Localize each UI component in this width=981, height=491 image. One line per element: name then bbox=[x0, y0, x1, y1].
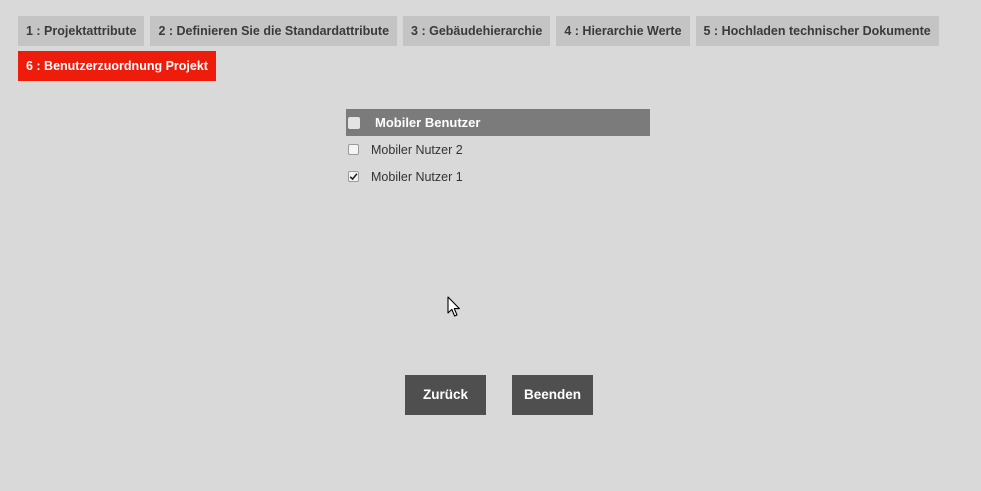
tab-hochladen-dokumente[interactable]: 5 : Hochladen technischer Dokumente bbox=[695, 16, 939, 46]
back-button[interactable]: Zurück bbox=[405, 375, 486, 415]
user-checkbox-nutzer-1[interactable] bbox=[348, 171, 359, 182]
tab-row-1: 1 : Projektattribute 2 : Definieren Sie … bbox=[18, 16, 939, 46]
table-header-label: Mobiler Benutzer bbox=[375, 115, 481, 130]
tab-benutzerzuordnung[interactable]: 6 : Benutzerzuordnung Projekt bbox=[18, 51, 216, 81]
user-label-nutzer-1: Mobiler Nutzer 1 bbox=[371, 169, 463, 184]
mouse-pointer-icon bbox=[447, 296, 461, 323]
action-buttons: Zurück Beenden bbox=[405, 375, 593, 415]
tab-gebaeudehierarchie[interactable]: 3 : Gebäudehierarchie bbox=[403, 16, 551, 46]
mobile-user-table: Mobiler Benutzer Mobiler Nutzer 2 Mobile… bbox=[346, 109, 650, 190]
tab-hierarchie-werte[interactable]: 4 : Hierarchie Werte bbox=[556, 16, 690, 46]
user-label-nutzer-2: Mobiler Nutzer 2 bbox=[371, 142, 463, 157]
tab-row-2: 6 : Benutzerzuordnung Projekt bbox=[18, 51, 938, 81]
user-checkbox-nutzer-2[interactable] bbox=[348, 144, 359, 155]
table-header: Mobiler Benutzer bbox=[346, 109, 650, 136]
table-row: Mobiler Nutzer 2 bbox=[346, 136, 650, 163]
checkmark-icon bbox=[349, 173, 358, 181]
select-all-checkbox[interactable] bbox=[348, 116, 360, 129]
tab-standardattribute[interactable]: 2 : Definieren Sie die Standardattribute bbox=[150, 16, 398, 46]
wizard-tabs: 1 : Projektattribute 2 : Definieren Sie … bbox=[18, 16, 939, 86]
table-row: Mobiler Nutzer 1 bbox=[346, 163, 650, 190]
finish-button[interactable]: Beenden bbox=[512, 375, 593, 415]
tab-projektattribute[interactable]: 1 : Projektattribute bbox=[18, 16, 145, 46]
